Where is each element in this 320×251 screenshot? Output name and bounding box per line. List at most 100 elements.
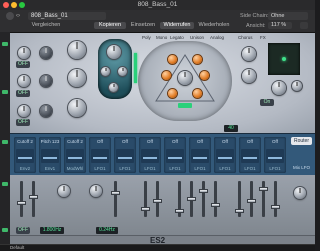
lfo2-rate-readout: 0.24Hz [96,227,118,234]
resonance2-node[interactable] [200,71,209,80]
env3-decay-fader[interactable] [247,181,256,217]
router-slot[interactable]: Cutoff 2 ModWhl [64,137,86,173]
env1-attack-fader[interactable] [141,181,150,217]
osc-level-slider[interactable] [134,53,137,83]
fader-cap[interactable] [271,205,280,209]
modulation-router: Cutoff 2 Env2 Pitch 123 Env1 Cutoff 2 ModWh… [10,133,315,177]
drive-node[interactable] [168,89,177,98]
osc2-main-knob[interactable] [68,69,86,87]
lfo2-rate-fader[interactable] [111,181,120,217]
fader-cap[interactable] [187,197,196,201]
velocity-knob[interactable] [294,187,306,199]
filter-xy-pad[interactable] [268,43,300,75]
preset-selector[interactable]: 808_Bass_01 [28,12,106,20]
osc3-wave-knob[interactable] [40,105,52,117]
lfo1-off-button[interactable]: OFF [16,227,30,234]
fader-cap[interactable] [199,189,208,193]
env2-sustain-fader[interactable] [199,181,208,217]
zoom-label: Ansicht: [246,23,266,29]
osc1-tune-knob[interactable] [18,47,30,59]
env3-release-fader[interactable] [271,181,280,217]
osc2-off-button[interactable]: OFF [16,90,30,97]
router-slot[interactable]: Off LFO1 [214,137,236,173]
fx-label[interactable]: FX [260,35,266,40]
router-slot[interactable]: Off LFO1 [114,137,136,173]
legato-mode-label[interactable]: Legato [170,35,184,40]
lfo1-delay-fader[interactable] [29,181,38,217]
router-slot[interactable]: Cutoff 2 Env2 [14,137,36,173]
router-slot[interactable]: Off LFO1 [239,137,261,173]
compare-button[interactable]: Vergleichen [28,22,64,29]
env2-release-fader[interactable] [211,181,220,217]
oscillator-mix-panel [98,39,132,99]
lfo1-fader[interactable] [17,181,26,217]
fader-cap[interactable] [175,209,184,213]
volume-knob[interactable] [272,81,286,95]
filter-mode-indicator[interactable] [178,103,192,108]
unison-label[interactable]: Unison [190,35,204,40]
lfo2-wave-knob[interactable] [90,185,102,197]
undo-button[interactable]: Widerrufen [160,22,194,29]
osc-mix-small-knob-1[interactable] [101,67,110,76]
osc3-off-button[interactable]: OFF [16,119,30,126]
router-view-button[interactable]: Router [291,137,312,145]
fader-cap[interactable] [235,209,244,213]
router-slot[interactable]: Off LFO1 [189,137,211,173]
power-icon[interactable] [6,12,14,20]
osc3-tune-knob[interactable] [18,105,30,117]
link-icon[interactable] [300,22,308,29]
track-color-mark [2,182,8,186]
osc3-main-knob[interactable] [68,99,86,117]
osc-mix-knob[interactable] [107,45,121,59]
env1-decay-fader[interactable] [153,181,162,217]
sidechain-select[interactable]: Ohne [268,12,308,20]
mono-mode-label[interactable]: Mono [156,35,167,40]
fader-cap[interactable] [247,199,256,203]
filter-blend-knob[interactable] [178,71,192,85]
osc-mix-small-knob-2[interactable] [118,67,127,76]
resonance1-node[interactable] [162,71,171,80]
zoom-select[interactable]: 117 % [268,22,292,29]
drive-knob[interactable] [242,47,256,61]
nav-arrows-icon[interactable]: ‹› [16,13,24,19]
analog-label[interactable]: Analog [210,35,224,40]
redo-button[interactable]: Wiederholen [196,22,232,29]
router-slot[interactable]: Off LFO1 [139,137,161,173]
filter1-node[interactable] [168,55,177,64]
fader-cap[interactable] [211,203,220,207]
env2-decay-fader[interactable] [187,181,196,217]
env3-sustain-fader[interactable] [259,181,268,217]
router-slot[interactable]: Off LFO1 [264,137,286,173]
env3-attack-fader[interactable] [235,181,244,217]
fader-cap[interactable] [17,201,26,205]
router-slot[interactable]: Pitch 123 Env1 [39,137,61,173]
chorus-knob[interactable] [242,69,256,83]
paste-button[interactable]: Einsetzen [128,22,158,29]
lfo1-wave-knob[interactable] [58,185,70,197]
osc1-wave-knob[interactable] [40,47,52,59]
osc1-main-knob[interactable] [68,41,86,59]
filter2-node[interactable] [193,55,202,64]
osc2-tune-knob[interactable] [18,75,30,87]
chorus-label[interactable]: Chorus [238,35,253,40]
mix-lfo-label[interactable]: Mix LFO [291,164,312,172]
copy-button[interactable]: Kopieren [94,22,126,29]
osc2-wave-knob[interactable] [40,75,52,87]
plugin-toolbar: ‹› 808_Bass_01 Vergleichen Kopieren Eins… [0,10,315,33]
fm-node[interactable] [193,89,202,98]
fader-cap[interactable] [259,187,268,191]
daw-side-strip [0,32,10,244]
poly-mode-label[interactable]: Poly [142,35,151,40]
osc1-off-button[interactable]: OFF [16,61,30,68]
on-toggle[interactable]: On [260,99,274,106]
fader-cap[interactable] [111,191,120,195]
fader-cap[interactable] [141,207,150,211]
router-slot[interactable]: Off LFO1 [89,137,111,173]
fader-cap[interactable] [153,199,162,203]
xy-pad-handle[interactable] [282,57,286,61]
env2-attack-fader[interactable] [175,181,184,217]
sine-level-knob[interactable] [292,81,302,91]
router-slot[interactable]: Off LFO1 [164,137,186,173]
osc-mix-small-knob-3[interactable] [109,83,118,92]
fader-cap[interactable] [29,195,38,199]
